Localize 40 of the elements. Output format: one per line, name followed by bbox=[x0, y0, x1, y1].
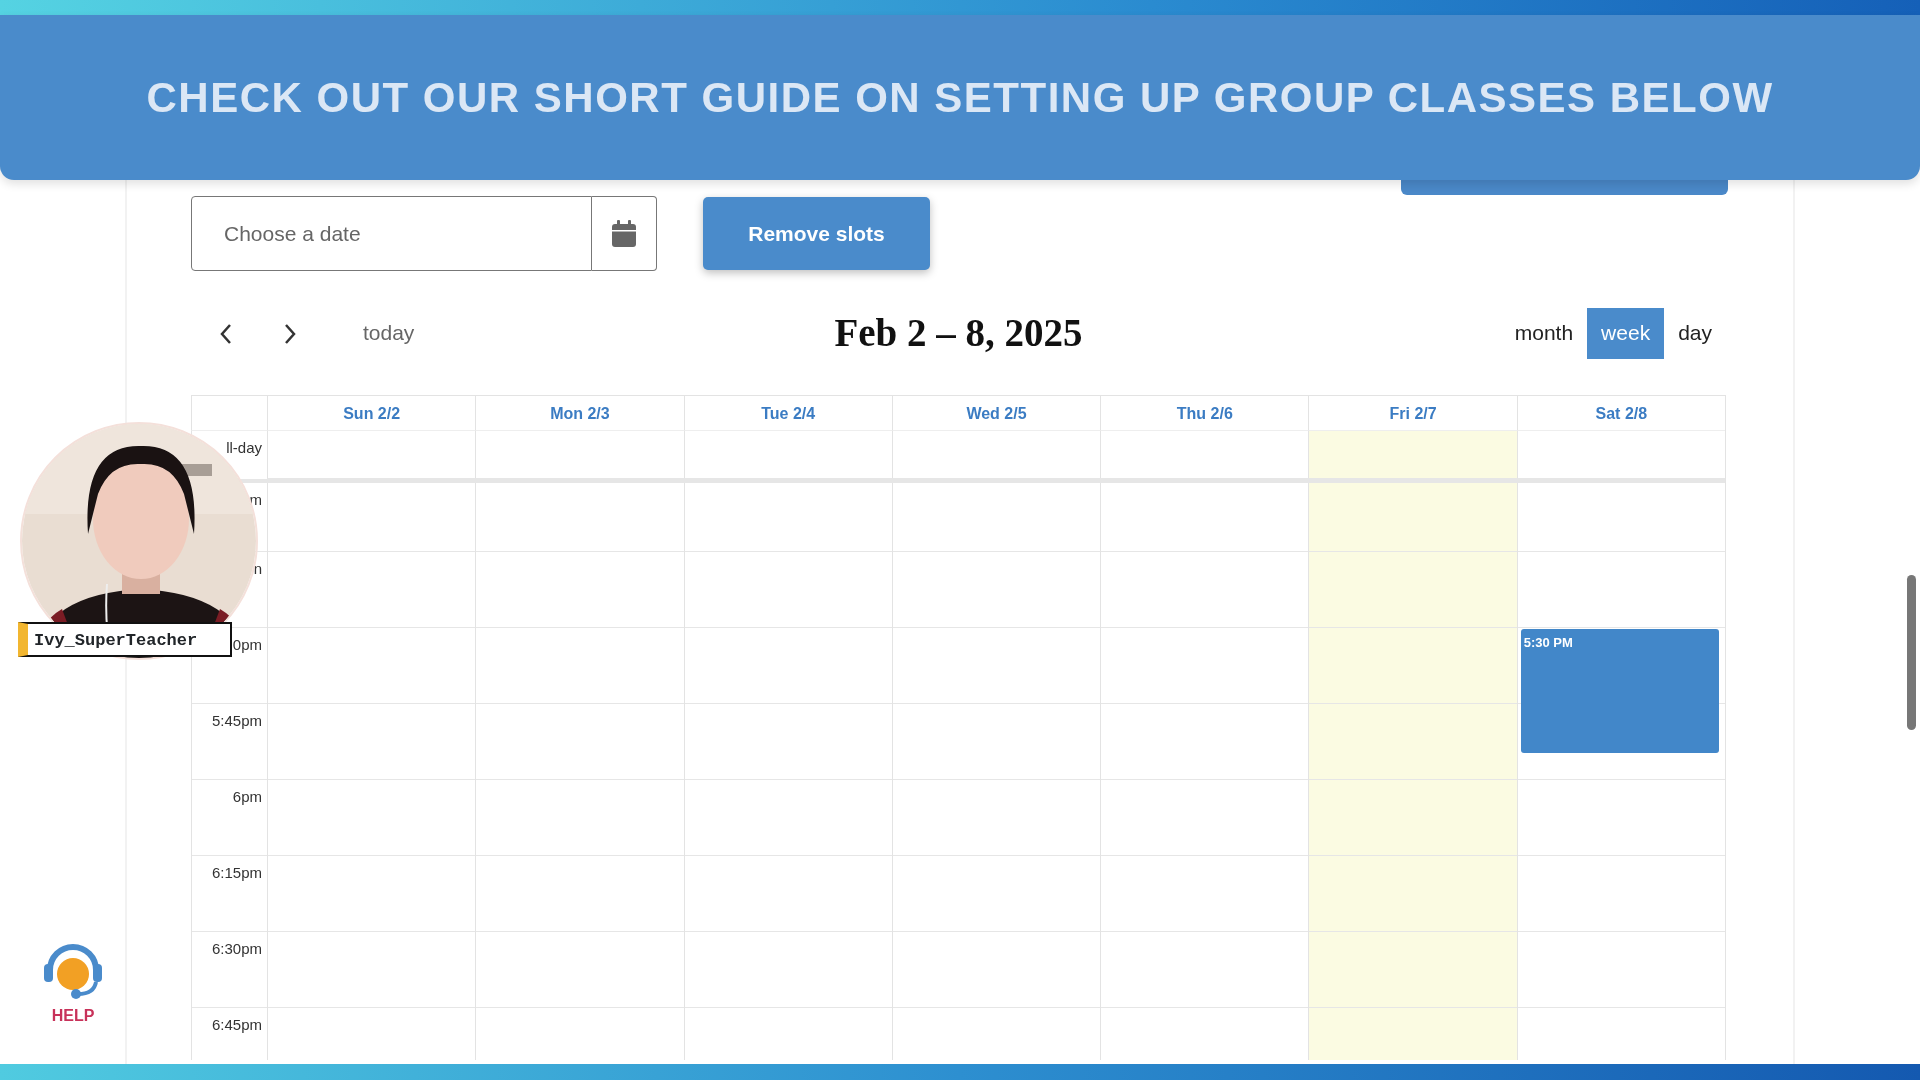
day-column[interactable] bbox=[1100, 483, 1309, 1060]
time-label: n bbox=[253, 560, 262, 577]
view-tab[interactable]: day bbox=[1664, 307, 1726, 359]
time-label: 6:45pm bbox=[211, 1016, 262, 1033]
day-column[interactable] bbox=[267, 483, 476, 1060]
scrollbar[interactable] bbox=[1907, 575, 1916, 730]
day-column[interactable] bbox=[891, 483, 1101, 1060]
day-header: Mon 2/3 bbox=[475, 396, 684, 431]
time-label: 0pm bbox=[232, 636, 262, 653]
today-button[interactable]: today bbox=[357, 316, 421, 350]
remove-slots-button[interactable]: Remove slots bbox=[703, 197, 930, 270]
day-header: Sat 2/8 bbox=[1516, 396, 1725, 431]
day-header: Sun 2/2 bbox=[267, 396, 476, 431]
day-column[interactable]: 5:30 PM bbox=[1516, 483, 1725, 1060]
date-range-title: Feb 2 – 8, 2025 bbox=[834, 310, 1083, 354]
date-input-field[interactable]: Choose a date bbox=[191, 196, 592, 271]
time-label: m bbox=[249, 491, 262, 508]
time-label: 5:45pm bbox=[211, 712, 262, 729]
time-label: 6:30pm bbox=[211, 940, 262, 957]
calendar-button[interactable] bbox=[592, 196, 657, 271]
help-label[interactable]: HELP bbox=[51, 1004, 95, 1028]
day-header: Wed 2/5 bbox=[891, 396, 1101, 431]
all-day-label: ll-day bbox=[226, 439, 262, 456]
day-column[interactable] bbox=[475, 483, 684, 1060]
day-column[interactable] bbox=[683, 483, 892, 1060]
button-edge[interactable] bbox=[1401, 180, 1728, 195]
today-column[interactable] bbox=[1308, 483, 1517, 1060]
banner-text: CHECK OUT OUR SHORT GUIDE ON SETTING UP GROUP CLASSES BELOW bbox=[146, 73, 1774, 123]
today-cell[interactable] bbox=[1308, 431, 1517, 479]
view-tab[interactable]: month bbox=[1500, 307, 1588, 359]
calendar-event[interactable]: 5:30 PM bbox=[1520, 629, 1719, 753]
time-label: 6:15pm bbox=[211, 864, 262, 881]
chevron-right-icon bbox=[283, 322, 297, 345]
time-label: 6pm bbox=[232, 788, 262, 805]
day-header: Thu 2/6 bbox=[1100, 396, 1309, 431]
view-tab[interactable]: week bbox=[1587, 307, 1665, 359]
chevron-left-icon bbox=[219, 322, 233, 345]
day-header: Tue 2/4 bbox=[683, 396, 892, 431]
calendar-icon bbox=[612, 220, 636, 247]
presenter-name: Ivy_SuperTeacher bbox=[18, 622, 232, 657]
